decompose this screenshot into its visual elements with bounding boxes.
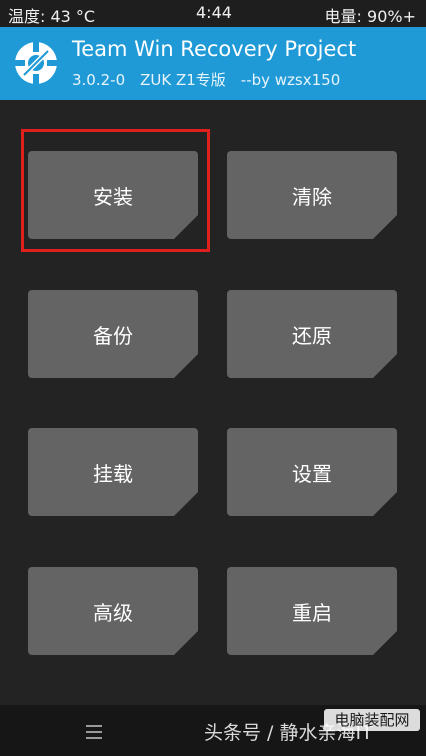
settings-label: 设置 [292, 461, 332, 486]
app-header: Team Win Recovery Project 3.0.2-0 ZUK Z1… [0, 27, 426, 100]
hamburger-menu-icon[interactable] [86, 725, 102, 741]
advanced-label: 高级 [93, 600, 133, 625]
tile-corner [174, 631, 198, 655]
backup-label: 备份 [93, 323, 133, 348]
tile-corner [373, 215, 397, 239]
settings-button[interactable]: 设置 [227, 428, 397, 516]
status-time: 4:44 [196, 3, 232, 22]
status-bar: 温度: 43 °C 4:44 电量: 90%+ [0, 0, 426, 27]
app-title: Team Win Recovery Project [72, 37, 357, 61]
wipe-label: 清除 [292, 184, 332, 209]
restore-label: 还原 [292, 323, 332, 348]
watermark-logo-text: 电脑装配网 [324, 709, 420, 731]
status-temperature: 温度: 43 °C [8, 7, 96, 26]
reboot-label: 重启 [292, 600, 332, 625]
tile-corner [373, 354, 397, 378]
app-subtitle: 3.0.2-0 ZUK Z1专版 --by wzsx150 [72, 71, 341, 89]
tile-corner [174, 492, 198, 516]
install-label: 安装 [93, 184, 133, 209]
advanced-button[interactable]: 高级 [28, 567, 198, 655]
watermark-logo: 电脑装配网 [324, 709, 420, 751]
mount-label: 挂载 [93, 461, 133, 486]
twrp-logo-icon [15, 42, 57, 84]
tile-corner [373, 492, 397, 516]
tile-corner [174, 354, 198, 378]
mount-button[interactable]: 挂载 [28, 428, 198, 516]
backup-button[interactable]: 备份 [28, 290, 198, 378]
wipe-button[interactable]: 清除 [227, 151, 397, 239]
status-battery: 电量: 90%+ [324, 7, 416, 26]
tile-corner [174, 215, 198, 239]
install-button[interactable]: 安装 [28, 151, 198, 239]
reboot-button[interactable]: 重启 [227, 567, 397, 655]
tile-corner [373, 631, 397, 655]
restore-button[interactable]: 还原 [227, 290, 397, 378]
